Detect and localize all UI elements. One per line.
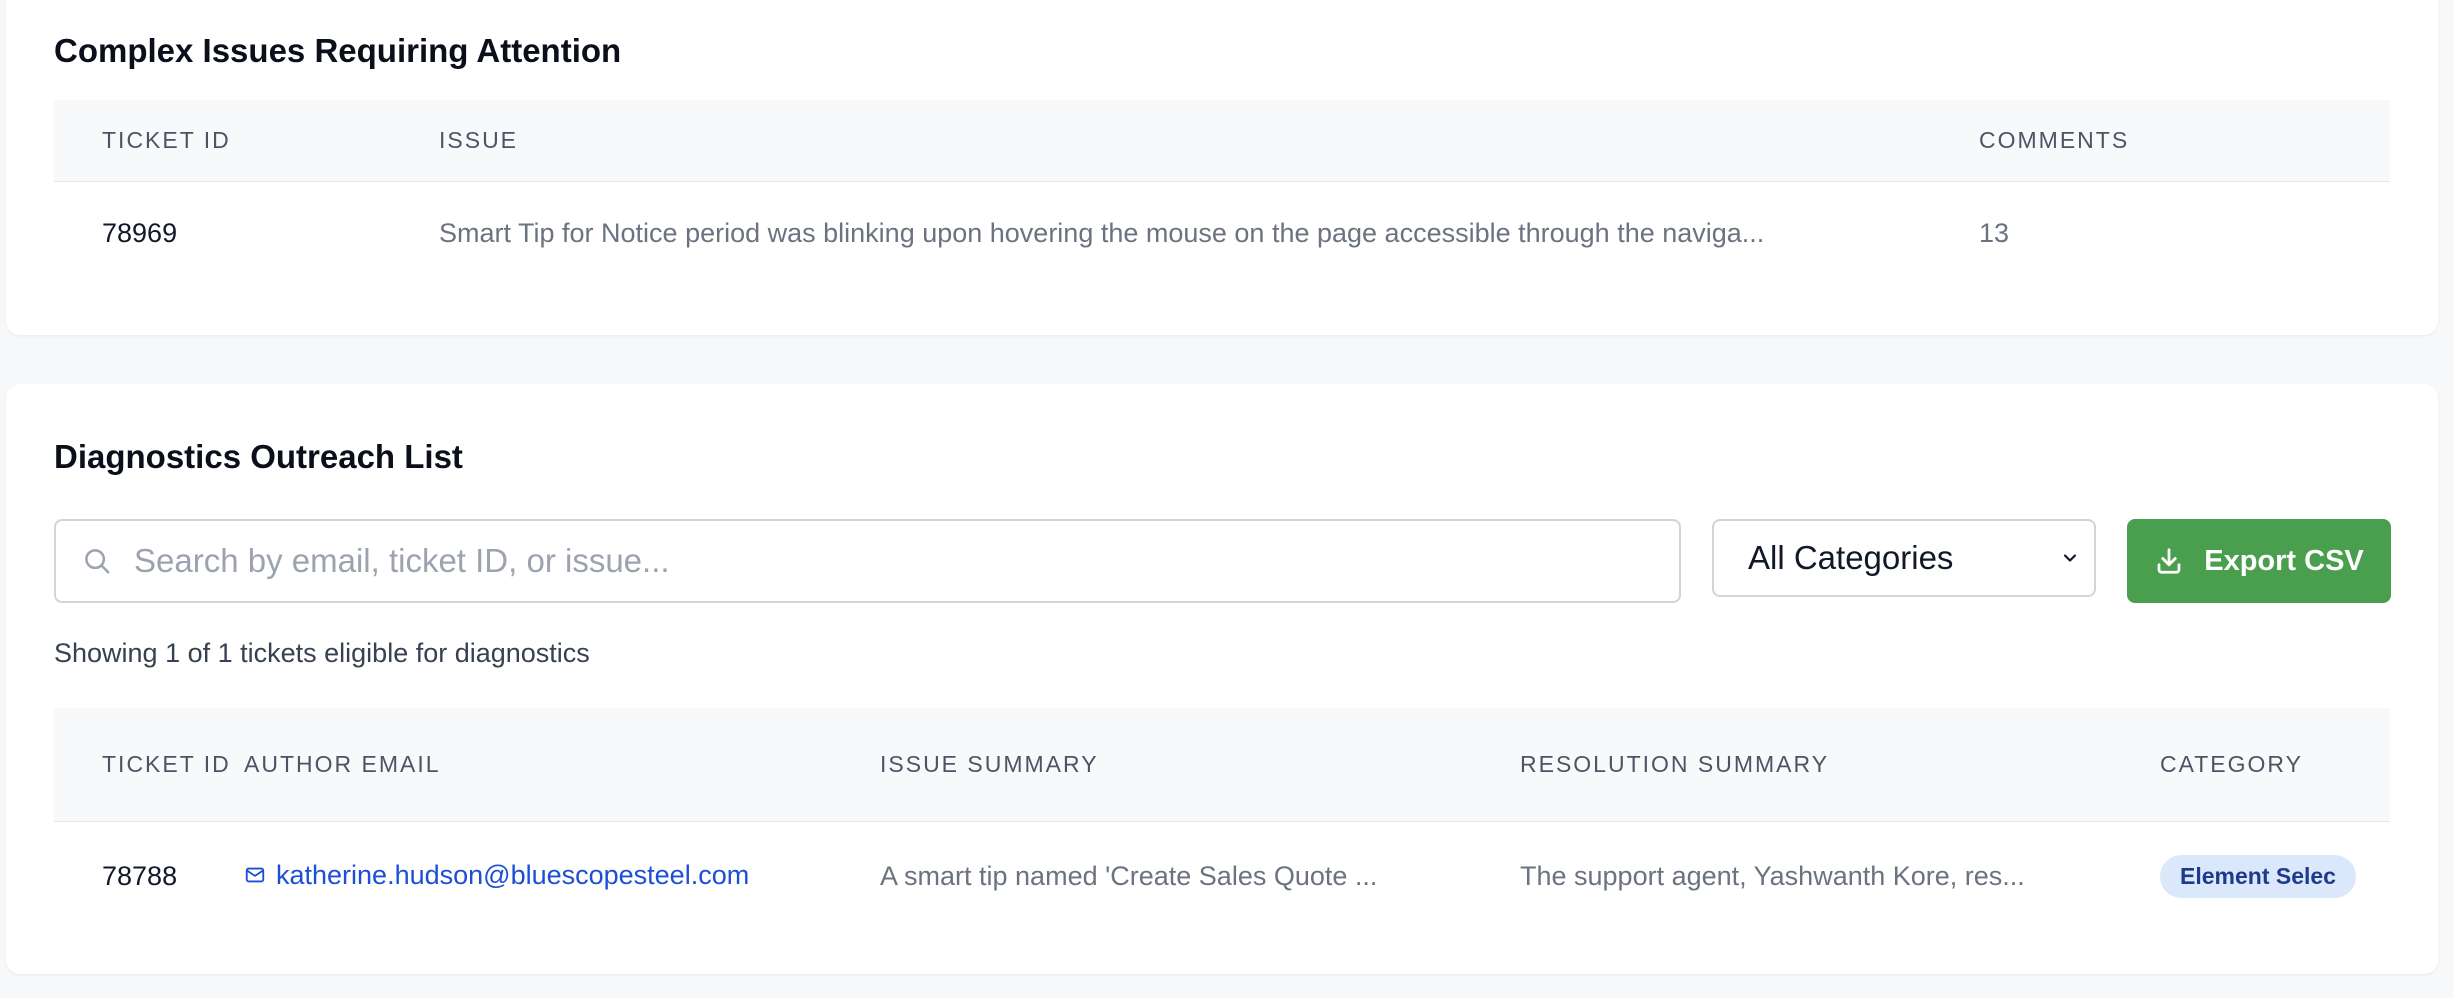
ticket-id-cell: 78788 [102,860,178,891]
table-header-row: TICKET ID AUTHOR EMAIL ISSUE SUMMARY RES… [54,708,2390,822]
diagnostics-title: Diagnostics Outreach List [54,438,463,475]
table-header-row: TICKET ID ISSUE COMMENTS [54,100,2390,182]
issue-cell: Smart Tip for Notice period was blinking… [439,217,1765,248]
column-header-ticket-id[interactable]: TICKET ID [54,708,244,822]
column-header-comments[interactable]: COMMENTS [1979,100,2390,182]
export-csv-label: Export CSV [2204,544,2364,577]
issue-summary-cell: A smart tip named 'Create Sales Quote ..… [880,860,1378,891]
column-header-ticket-id[interactable]: TICKET ID [54,100,439,182]
table-row[interactable]: 78788 katherine.hudson@bluescopesteel.co… [54,821,2390,931]
diagnostics-outreach-card: Diagnostics Outreach List All Categories… [6,384,2438,974]
diagnostics-table: TICKET ID AUTHOR EMAIL ISSUE SUMMARY RES… [54,708,2390,931]
export-csv-button[interactable]: Export CSV [2127,519,2391,603]
mail-icon [245,867,265,883]
complex-issues-title: Complex Issues Requiring Attention [54,32,622,69]
comments-cell: 13 [1979,217,2010,248]
resolution-summary-cell: The support agent, Yashwanth Kore, res..… [1520,860,2025,891]
author-email-text: katherine.hudson@bluescopesteel.com [276,859,750,890]
search-icon [85,549,110,574]
search-box[interactable] [54,519,1681,603]
search-input[interactable] [134,542,1634,580]
complex-issues-card: Complex Issues Requiring Attention TICKE… [6,0,2438,335]
column-header-issue-summary[interactable]: ISSUE SUMMARY [880,708,1520,822]
complex-issues-table: TICKET ID ISSUE COMMENTS 78969 Smart Tip… [54,100,2390,285]
category-badge: Element Selec [2160,854,2356,898]
column-header-issue[interactable]: ISSUE [439,100,1979,182]
category-select[interactable]: All Categories [1712,519,2096,597]
column-header-resolution-summary[interactable]: RESOLUTION SUMMARY [1520,708,2160,822]
author-email-link[interactable]: katherine.hudson@bluescopesteel.com [244,860,749,891]
chevron-down-icon [2063,554,2077,562]
category-cell: Element Selec [2160,821,2390,931]
author-email-cell: katherine.hudson@bluescopesteel.com [244,821,880,931]
column-header-category[interactable]: CATEGORY [2160,708,2390,822]
table-row[interactable]: 78969 Smart Tip for Notice period was bl… [54,181,2390,285]
download-icon [2157,548,2181,574]
category-select-value: All Categories [1748,539,1954,576]
results-count-text: Showing 1 of 1 tickets eligible for diag… [54,638,590,668]
ticket-id-cell: 78969 [102,217,178,248]
column-header-author-email[interactable]: AUTHOR EMAIL [244,708,880,822]
